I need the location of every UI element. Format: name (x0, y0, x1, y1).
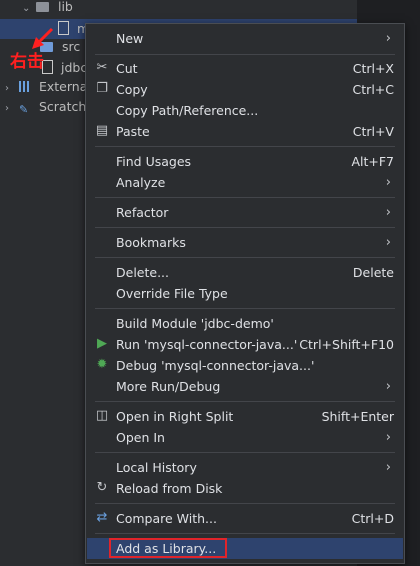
chevron-right-icon: › (385, 460, 391, 475)
menu-item-label: Reload from Disk (116, 481, 223, 496)
menu-item-override-file-type[interactable]: Override File Type (87, 283, 403, 304)
menu-separator (95, 533, 395, 534)
chevron-right-icon: › (385, 235, 391, 250)
annotation-label: 右击 (10, 52, 44, 72)
menu-separator (95, 308, 395, 309)
menu-item-more-run-debug[interactable]: More Run/Debug › (87, 376, 403, 397)
menu-separator (95, 401, 395, 402)
reload-icon: ↻ (96, 480, 108, 495)
menu-item-shortcut: Ctrl+C (352, 82, 394, 97)
menu-item-paste[interactable]: ▤ Paste Ctrl+V (87, 121, 403, 142)
menu-item-label: Find Usages (116, 154, 192, 169)
chevron-right-icon: › (385, 31, 391, 46)
chevron-down-icon[interactable]: ⌄ (22, 0, 32, 19)
menu-item-label: Add as Library... (116, 541, 217, 556)
library-icon (18, 81, 31, 92)
compare-icon: ⇄ (96, 510, 108, 525)
run-icon: ▶ (97, 336, 107, 351)
menu-item-label: Run 'mysql-connector-java...' (116, 337, 298, 352)
menu-item-label: Copy (116, 82, 148, 97)
scratches-icon: ✎ (18, 103, 29, 116)
menu-item-new[interactable]: New › (87, 28, 403, 49)
menu-item-label: Compare With... (116, 511, 217, 526)
menu-item-delete[interactable]: Delete... Delete (87, 262, 403, 283)
menu-item-shortcut: Ctrl+Shift+F10 (299, 337, 394, 352)
menu-item-label: Open In (116, 430, 165, 445)
tree-row-scratches[interactable]: › ✎ Scratch (5, 97, 86, 117)
menu-separator (95, 452, 395, 453)
menu-item-run[interactable]: ▶ Run 'mysql-connector-java...' Ctrl+Shi… (87, 334, 403, 355)
menu-item-label: Bookmarks (116, 235, 186, 250)
menu-item-debug[interactable]: ✹ Debug 'mysql-connector-java...' (87, 355, 403, 376)
menu-item-label: Debug 'mysql-connector-java...' (116, 358, 315, 373)
menu-item-label: New (116, 31, 144, 46)
folder-icon (35, 2, 49, 12)
menu-item-shortcut: Ctrl+V (352, 124, 394, 139)
menu-item-shortcut: Ctrl+X (352, 61, 394, 76)
tree-row-label: External (38, 79, 91, 94)
split-icon: ◫ (95, 408, 109, 423)
chevron-right-icon[interactable]: › (5, 99, 15, 119)
copy-icon: ❐ (96, 81, 108, 96)
menu-item-label: Paste (116, 124, 150, 139)
menu-item-find-usages[interactable]: Find Usages Alt+F7 (87, 151, 403, 172)
menu-item-bookmarks[interactable]: Bookmarks › (87, 232, 403, 253)
menu-item-copy-path[interactable]: Copy Path/Reference... (87, 100, 403, 121)
chevron-right-icon: › (385, 205, 391, 220)
menu-item-open-in[interactable]: Open In › (87, 427, 403, 448)
menu-item-label: Analyze (116, 175, 166, 190)
tree-row-iml[interactable]: jdbc (42, 58, 87, 78)
chevron-right-icon: › (385, 175, 391, 190)
menu-item-label: Build Module 'jdbc-demo' (116, 316, 274, 331)
menu-separator (95, 197, 395, 198)
menu-item-add-as-library[interactable]: Add as Library... (87, 538, 403, 559)
menu-item-reload-from-disk[interactable]: ↻ Reload from Disk (87, 478, 403, 499)
tree-row-label: Scratch (38, 99, 87, 114)
menu-item-analyze[interactable]: Analyze › (87, 172, 403, 193)
context-menu: New › ✂ Cut Ctrl+X ❐ Copy Ctrl+C Copy Pa… (85, 23, 405, 564)
menu-item-shortcut: Delete (352, 265, 394, 280)
chevron-right-icon[interactable]: › (5, 79, 15, 99)
menu-item-build-module[interactable]: Build Module 'jdbc-demo' (87, 313, 403, 334)
tree-row-external-libraries[interactable]: › External (5, 77, 91, 97)
menu-item-label: Refactor (116, 205, 169, 220)
menu-item-open-right-split[interactable]: ◫ Open in Right Split Shift+Enter (87, 406, 403, 427)
paste-icon: ▤ (95, 123, 109, 138)
chevron-right-icon: › (385, 430, 391, 445)
menu-item-shortcut: Ctrl+D (351, 511, 394, 526)
jar-file-icon (58, 21, 69, 35)
menu-item-cut[interactable]: ✂ Cut Ctrl+X (87, 58, 403, 79)
menu-item-label: Open in Right Split (116, 409, 234, 424)
menu-item-label: Cut (116, 61, 138, 76)
chevron-right-icon: › (385, 379, 391, 394)
menu-item-compare-with[interactable]: ⇄ Compare With... Ctrl+D (87, 508, 403, 529)
menu-separator (95, 227, 395, 228)
menu-item-label: Override File Type (116, 286, 228, 301)
menu-separator (95, 54, 395, 55)
menu-separator (95, 146, 395, 147)
menu-item-copy[interactable]: ❐ Copy Ctrl+C (87, 79, 403, 100)
tree-row-label: jdbc (60, 60, 88, 75)
menu-item-shortcut: Alt+F7 (351, 154, 394, 169)
menu-item-label: Delete... (116, 265, 169, 280)
tree-row-lib[interactable]: ⌄ lib (22, 0, 73, 17)
tree-row-label: src (61, 39, 81, 54)
menu-separator (95, 257, 395, 258)
menu-separator (95, 503, 395, 504)
menu-item-shortcut: Shift+Enter (321, 409, 394, 424)
menu-item-refactor[interactable]: Refactor › (87, 202, 403, 223)
debug-icon: ✹ (96, 357, 108, 372)
menu-item-label: More Run/Debug (116, 379, 221, 394)
scissors-icon: ✂ (96, 60, 108, 75)
tree-row-label: lib (57, 0, 73, 14)
menu-item-label: Copy Path/Reference... (116, 103, 259, 118)
menu-item-label: Local History (116, 460, 197, 475)
menu-item-local-history[interactable]: Local History › (87, 457, 403, 478)
